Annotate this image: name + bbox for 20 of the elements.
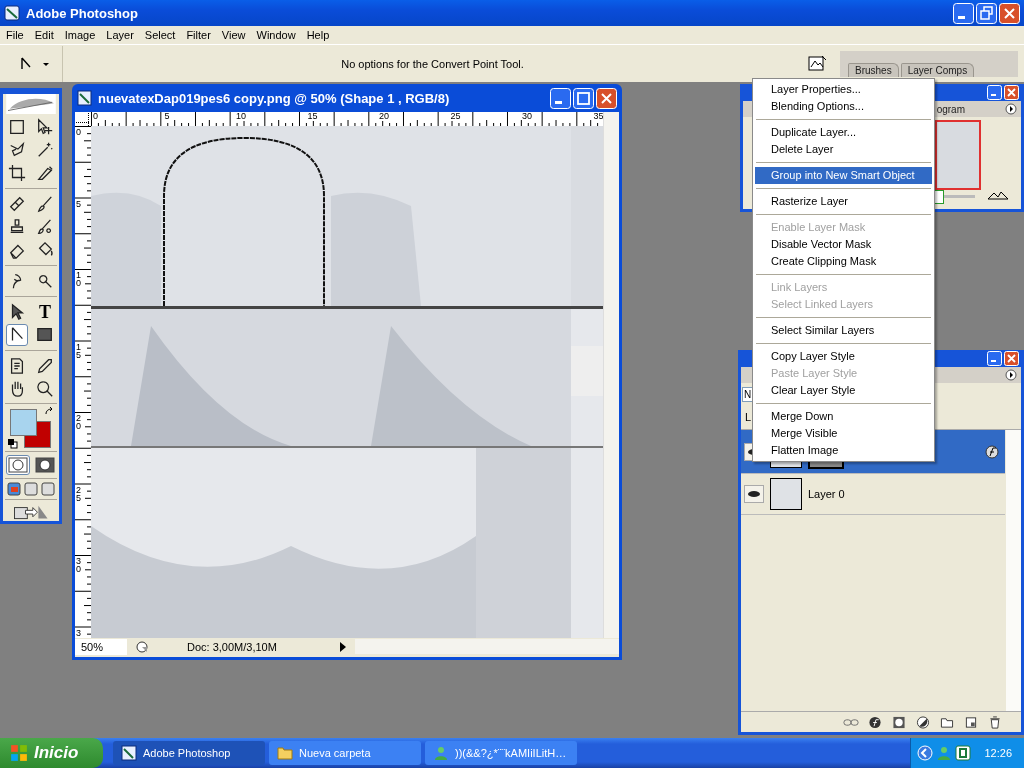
lock-label: L: [745, 411, 752, 423]
ruler-label: 20: [379, 112, 389, 121]
ruler-label: 30: [522, 112, 532, 121]
ruler-label: 15: [76, 342, 85, 359]
ruler-label: 10: [76, 271, 85, 287]
ruler-label: 15: [307, 112, 318, 121]
document-title: nuevatexDap019pes6 copy.png @ 50% (Shape 1 , RGB/8): [98, 90, 450, 106]
layer-name: Layer 0: [808, 488, 845, 500]
ruler-label: 10: [236, 112, 246, 121]
ruler-label: 5: [164, 112, 170, 121]
ruler-label: 30: [76, 557, 85, 573]
document-info: Doc: 3,00M/3,10M: [186, 640, 278, 653]
ruler-label: 35: [593, 112, 603, 121]
clock: 12:26: [984, 747, 1012, 759]
window-title: Adobe Photoshop: [26, 5, 138, 21]
ruler-label: 25: [450, 112, 461, 121]
ruler-label: 0: [93, 112, 98, 121]
ruler-label: 20: [76, 414, 85, 430]
options-message: No options for the Convert Point Tool.: [341, 57, 524, 70]
ruler-label: 25: [76, 485, 85, 502]
